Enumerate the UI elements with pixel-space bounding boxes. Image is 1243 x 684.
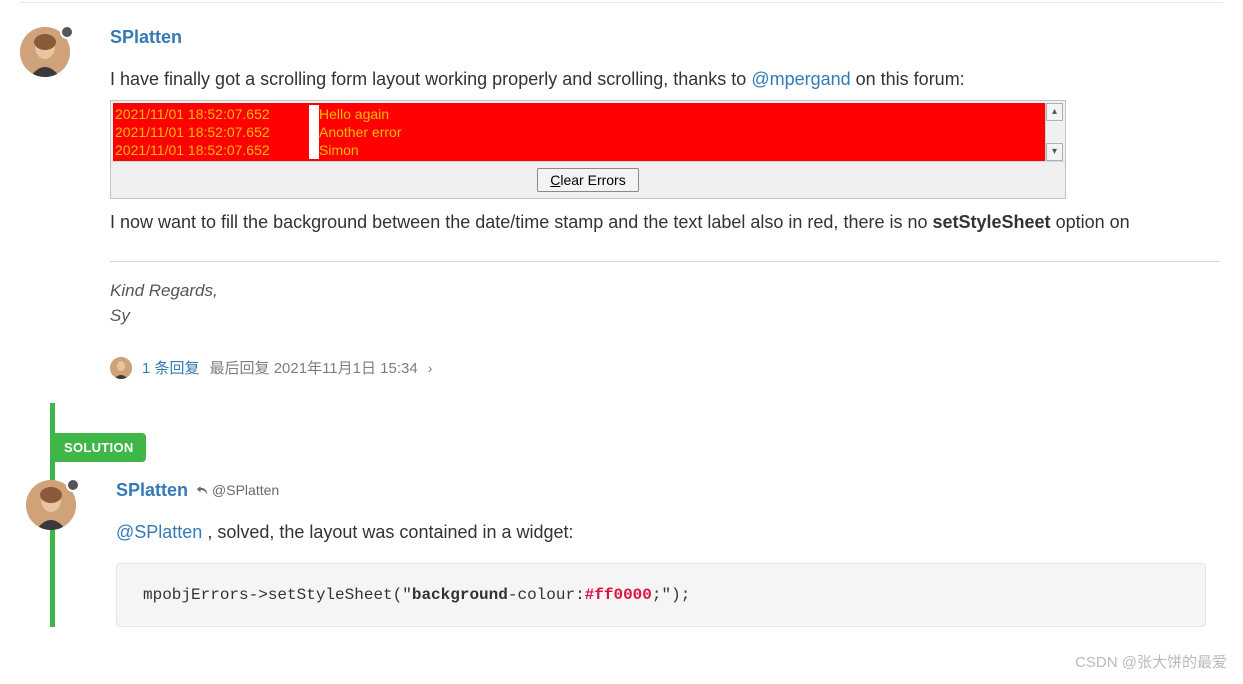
mention-link[interactable]: @SPlatten [116, 522, 202, 542]
error-message: Another error [319, 123, 401, 141]
status-dot-icon [60, 25, 74, 39]
signature-divider [110, 261, 1220, 262]
avatar-container [26, 480, 86, 530]
reply-timestamp: 2021年11月1日 15:34 [274, 360, 418, 377]
error-gap [309, 123, 319, 141]
text-segment: I have finally got a scrolling form layo… [110, 69, 751, 89]
watermark: CSDN @张大饼的最爱 [1075, 651, 1227, 672]
qt-error-widget: 2021/11/01 18:52:07.652Hello again2021/1… [110, 100, 1066, 199]
scrollbar[interactable]: ▴ ▾ [1045, 103, 1063, 161]
author-link[interactable]: SPlatten [116, 480, 188, 501]
code-term: setStyleSheet [933, 212, 1051, 232]
error-timestamp: 2021/11/01 18:52:07.652 [115, 141, 309, 159]
avatar-container [20, 27, 80, 77]
error-gap [309, 105, 319, 123]
reply-count: 1 条回复 [142, 357, 200, 378]
code-keyword: background [412, 586, 508, 604]
error-timestamp: 2021/11/01 18:52:07.652 [115, 123, 309, 141]
post-text-line-2: I now want to fill the background betwee… [110, 209, 1243, 237]
reply-arrow-icon [196, 484, 208, 496]
error-row: 2021/11/01 18:52:07.652 Simon [115, 141, 1045, 159]
post-text: @SPlatten , solved, the layout was conta… [116, 519, 1243, 547]
chevron-right-icon: › [428, 360, 433, 376]
button-hotkey: C [550, 172, 560, 188]
code-block: mpobjErrors->setStyleSheet("background-c… [116, 563, 1206, 627]
clear-errors-button[interactable]: Clear Errors [537, 168, 638, 192]
button-label-rest: lear Errors [560, 172, 625, 188]
code-text: ;"); [652, 586, 690, 604]
scroll-up-icon[interactable]: ▴ [1046, 103, 1063, 121]
error-list: 2021/11/01 18:52:07.652Hello again2021/1… [113, 103, 1045, 161]
solution-badge: SOLUTION [52, 433, 146, 462]
post-solution: SPlatten @SPlatten @SPlatten , solved, t… [52, 462, 1243, 627]
mini-avatar-icon [110, 357, 132, 379]
error-timestamp: 2021/11/01 18:52:07.652 [115, 105, 309, 123]
error-gap [309, 141, 319, 159]
code-hex: #ff0000 [585, 586, 652, 604]
status-dot-icon [66, 478, 80, 492]
author-link[interactable]: SPlatten [110, 27, 182, 48]
error-row: 2021/11/01 18:52:07.652 Hello again [115, 105, 1045, 123]
mention-link[interactable]: @mpergand [751, 69, 850, 89]
reply-summary[interactable]: 1 条回复 最后回复 2021年11月1日 15:34 › [110, 357, 1243, 403]
reply-to-name: @SPlatten [212, 482, 279, 498]
error-row: 2021/11/01 18:52:07.652 Another error [115, 123, 1045, 141]
text-segment: on this forum: [851, 69, 965, 89]
reply-to-indicator[interactable]: @SPlatten [196, 482, 279, 498]
text-segment: option on [1051, 212, 1130, 232]
post-text-line-1: I have finally got a scrolling form layo… [110, 66, 1243, 94]
post-original: SPlatten I have finally got a scrolling … [0, 3, 1243, 403]
code-text: -colour: [508, 586, 585, 604]
reply-label: 最后回复 [210, 360, 270, 377]
code-text: mpobjErrors->setStyleSheet(" [143, 586, 412, 604]
text-segment: , solved, the layout was contained in a … [202, 522, 573, 542]
signature-line: Sy [110, 303, 1243, 329]
error-message: Simon [319, 141, 359, 159]
scroll-down-icon[interactable]: ▾ [1046, 143, 1063, 161]
text-segment: I now want to fill the background betwee… [110, 212, 933, 232]
signature-line: Kind Regards, [110, 278, 1243, 304]
error-message: Hello again [319, 105, 389, 123]
timeline-thread: SOLUTION SPlatten @SPlatten @SPlatten , … [44, 403, 1243, 627]
